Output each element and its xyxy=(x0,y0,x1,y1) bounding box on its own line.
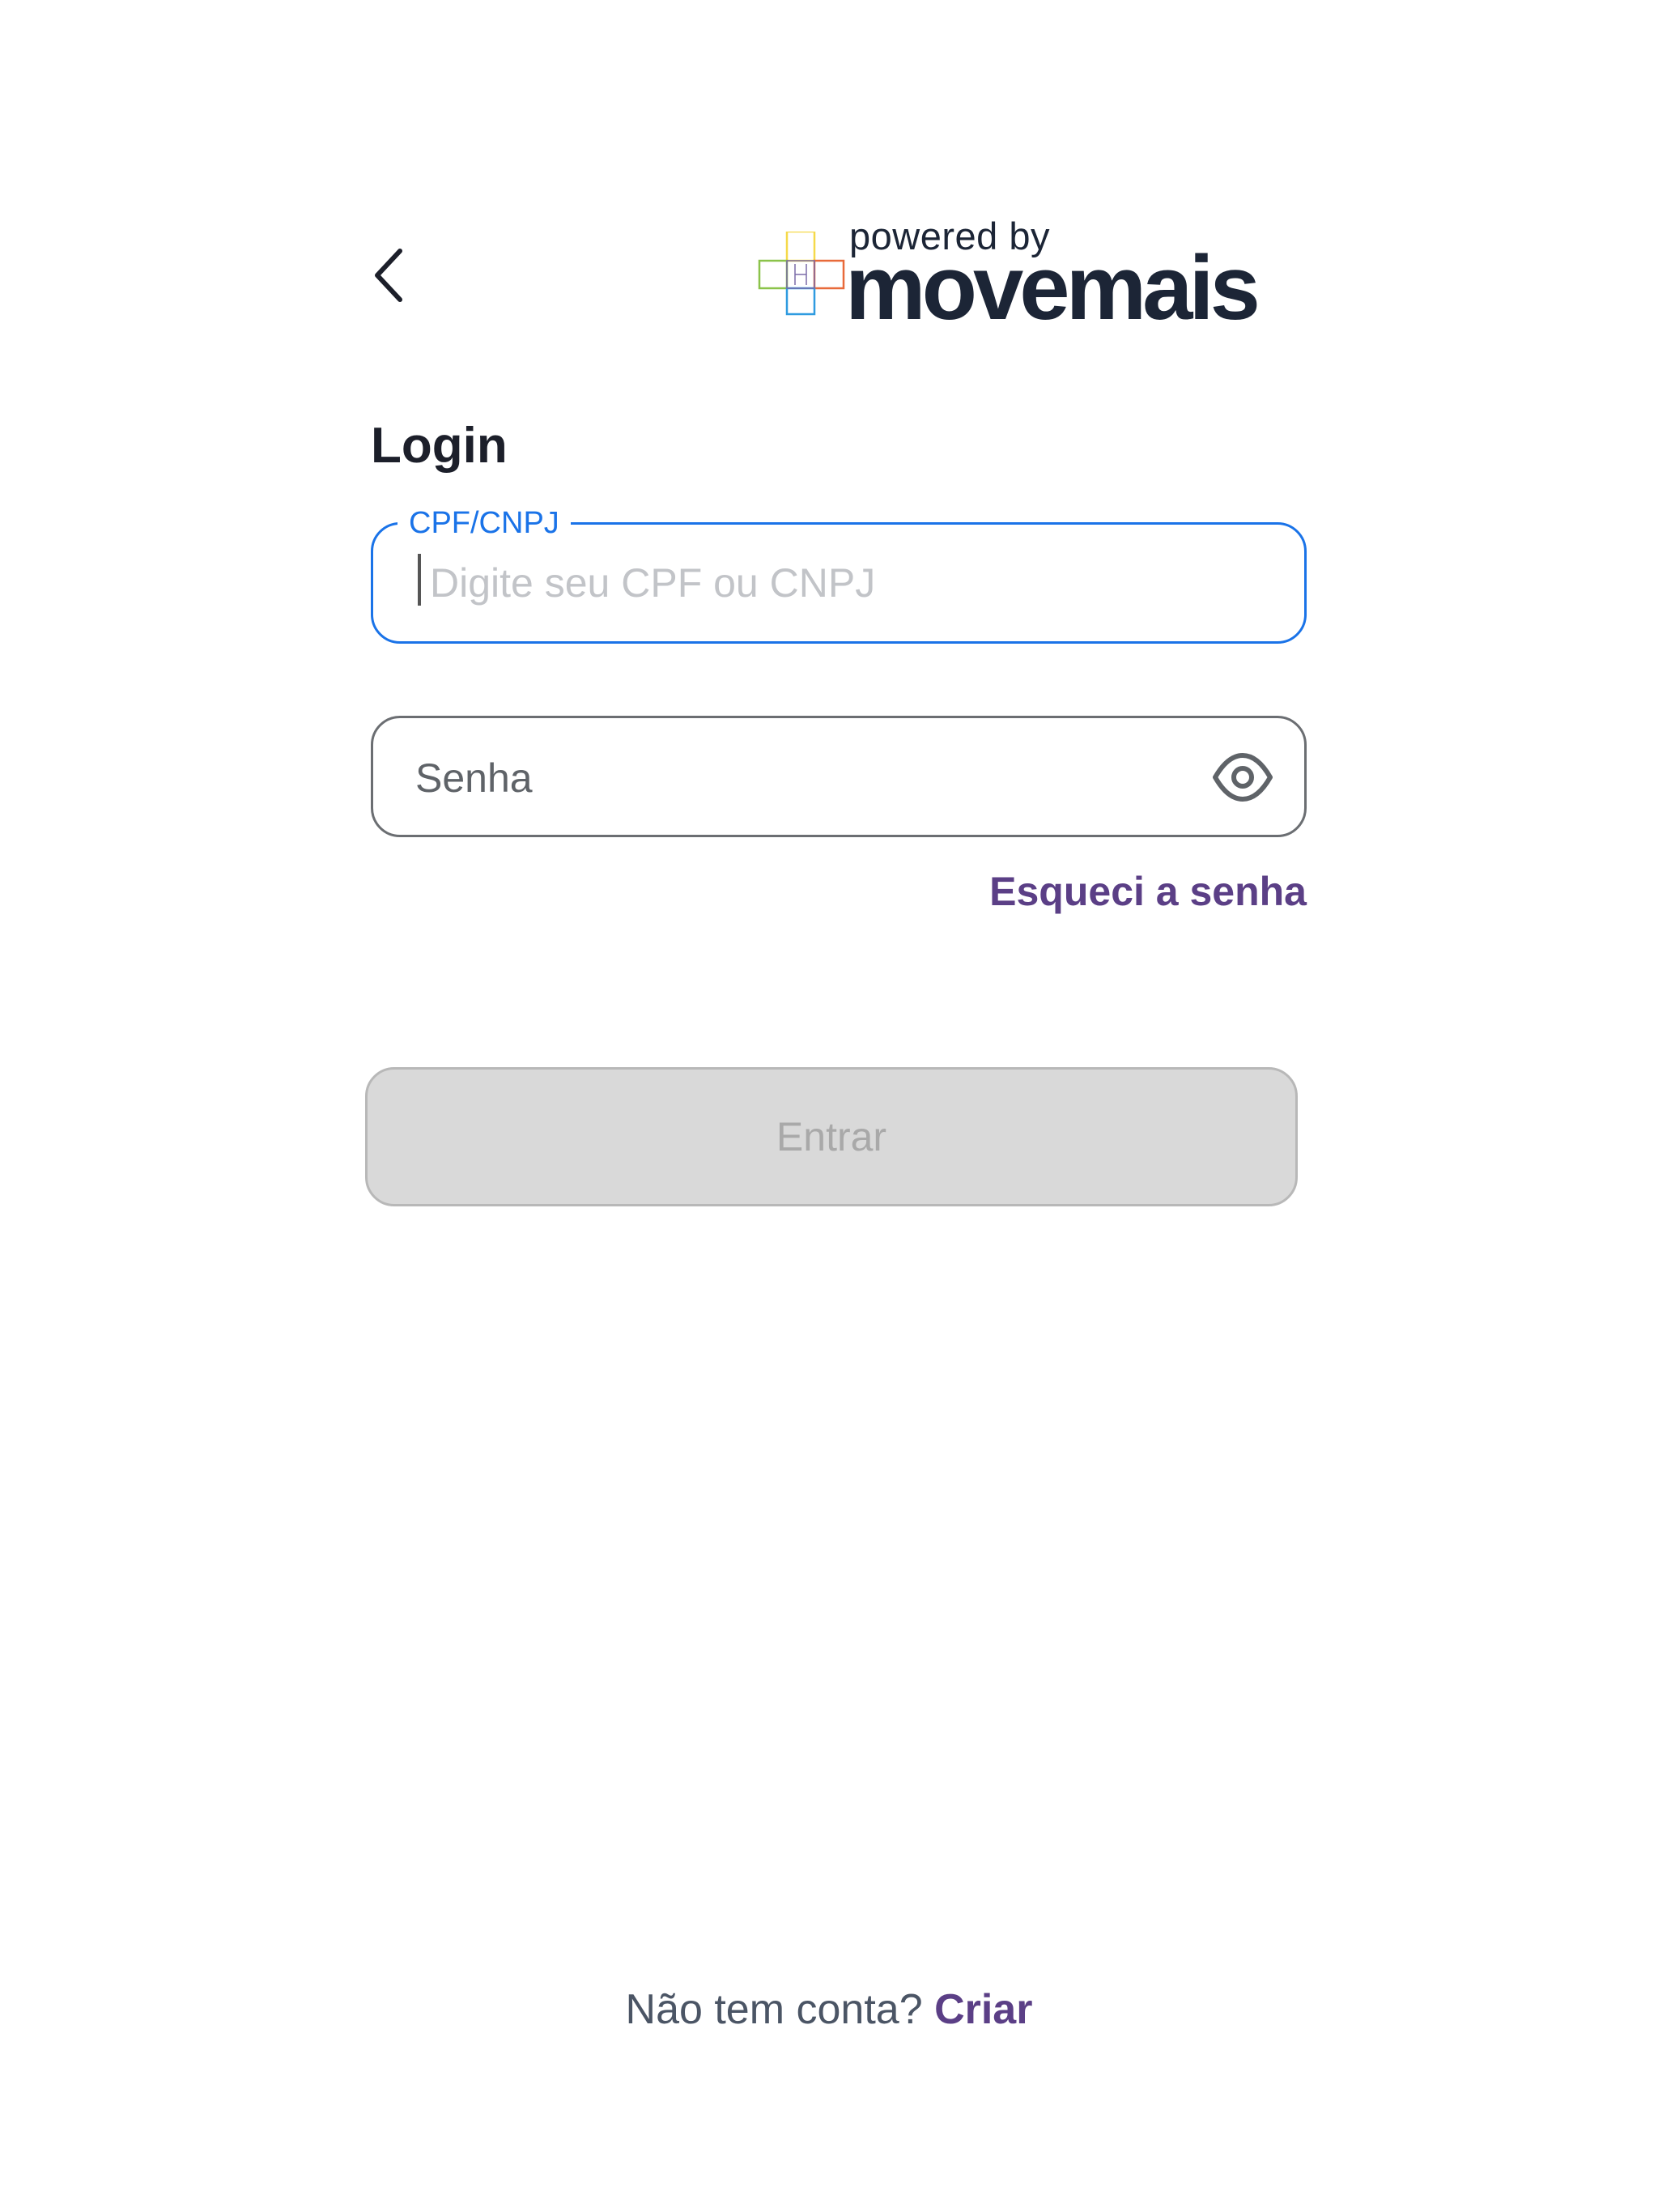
login-screen: powered by movemais Login CPF/CNPJ Esque… xyxy=(0,0,1658,2212)
back-button[interactable] xyxy=(366,243,418,308)
eye-icon xyxy=(1213,753,1273,802)
password-field xyxy=(371,716,1307,837)
chevron-left-icon xyxy=(375,249,402,302)
logo-wordmark: movemais xyxy=(845,237,1261,338)
movemais-logo: powered by movemais xyxy=(758,217,1268,334)
cpf-field-label: CPF/CNPJ xyxy=(397,502,571,544)
cross-logo-icon xyxy=(758,232,845,316)
forgot-password-link[interactable]: Esqueci a senha xyxy=(989,871,1307,912)
toggle-password-visibility-button[interactable] xyxy=(1210,749,1275,806)
signup-prompt: Não tem conta? Criar xyxy=(0,1989,1658,2031)
password-input[interactable] xyxy=(415,752,1144,804)
cpf-field: CPF/CNPJ xyxy=(371,502,1307,644)
page-title: Login xyxy=(371,418,508,474)
login-submit-button[interactable]: Entrar xyxy=(365,1067,1298,1206)
signup-link[interactable]: Criar xyxy=(934,1986,1032,2033)
cpf-input[interactable] xyxy=(419,557,1272,609)
signup-prompt-text: Não tem conta? xyxy=(625,1986,935,2033)
